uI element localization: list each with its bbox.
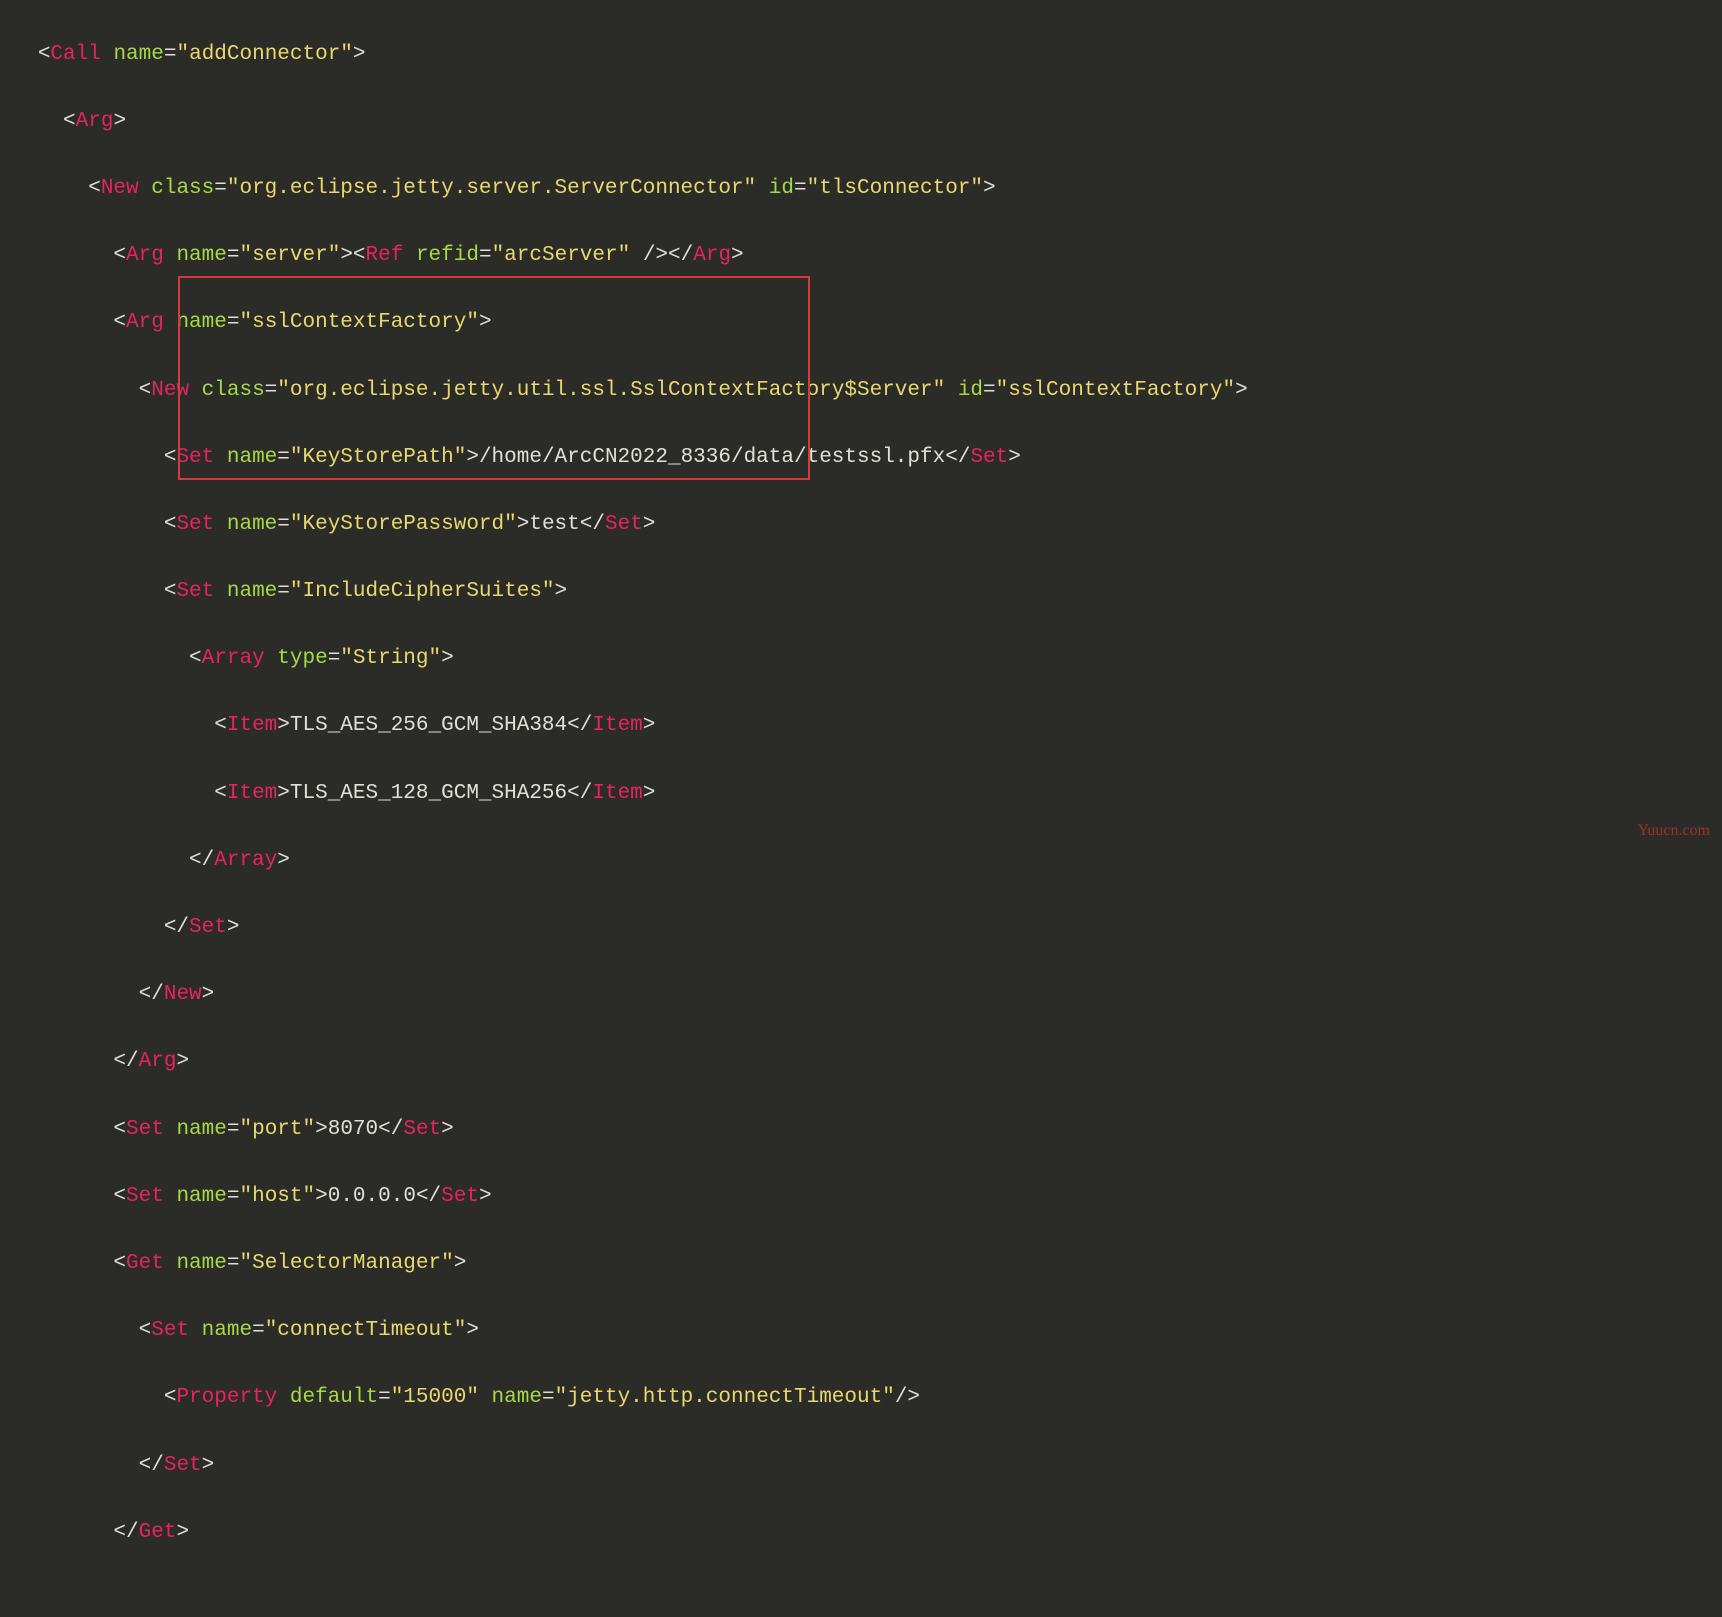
code-line: </Set>	[0, 911, 1722, 945]
code-line: <Item>TLS_AES_128_GCM_SHA256</Item>	[0, 777, 1722, 811]
code-editor[interactable]: <Call name="addConnector"> <Arg> <New cl…	[0, 0, 1722, 1617]
watermark: Yuucn.com	[1638, 818, 1710, 844]
code-line: <Set name="KeyStorePassword">test</Set>	[0, 508, 1722, 542]
code-line: <New class="org.eclipse.jetty.server.Ser…	[0, 172, 1722, 206]
code-line: </Array>	[0, 844, 1722, 878]
code-line: <Array type="String">	[0, 642, 1722, 676]
code-line: <Property default="15000" name="jetty.ht…	[0, 1381, 1722, 1415]
code-line: <Get name="SelectorManager">	[0, 1247, 1722, 1281]
code-line: <Arg>	[0, 105, 1722, 139]
code-line: <Arg name="sslContextFactory">	[0, 306, 1722, 340]
code-line: </New>	[0, 978, 1722, 1012]
code-line: <Call name="addConnector">	[0, 38, 1722, 72]
code-line: <Set name="KeyStorePath">/home/ArcCN2022…	[0, 441, 1722, 475]
code-line: <Set name="host">0.0.0.0</Set>	[0, 1180, 1722, 1214]
code-line: </Set>	[0, 1449, 1722, 1483]
code-line: <Item>TLS_AES_256_GCM_SHA384</Item>	[0, 709, 1722, 743]
code-line: <Set name="port">8070</Set>	[0, 1113, 1722, 1147]
code-line: <Arg name="server"><Ref refid="arcServer…	[0, 239, 1722, 273]
code-line: </Get>	[0, 1516, 1722, 1550]
code-line: <New class="org.eclipse.jetty.util.ssl.S…	[0, 374, 1722, 408]
code-line: <Set name="connectTimeout">	[0, 1314, 1722, 1348]
code-line: <Set name="IncludeCipherSuites">	[0, 575, 1722, 609]
code-line: </Arg>	[0, 1045, 1722, 1079]
